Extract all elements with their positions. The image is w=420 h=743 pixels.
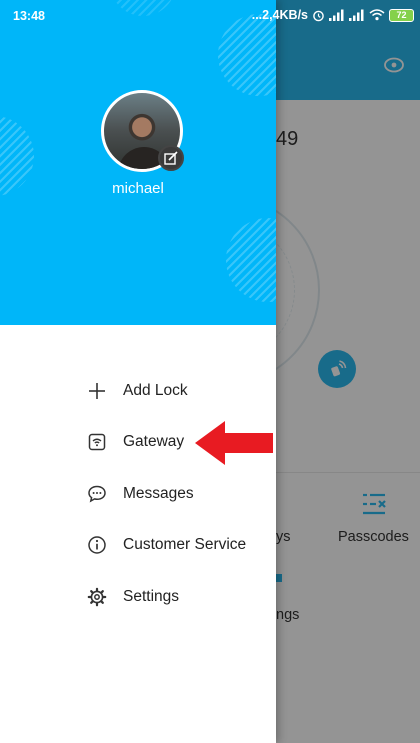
menu-item-label: Customer Service — [123, 536, 247, 554]
status-icons: ...2,4KB/s 72 — [252, 8, 414, 22]
menu-item-label: Gateway — [123, 433, 185, 451]
menu-item-label: Add Lock — [123, 381, 188, 399]
signal-icon — [349, 9, 364, 21]
annotation-arrow-icon — [195, 421, 273, 465]
plus-icon — [86, 380, 108, 402]
menu-item-add-lock[interactable]: Add Lock — [0, 365, 276, 417]
username[interactable]: michael — [0, 180, 276, 197]
decorative-circle — [226, 218, 276, 302]
drawer-header: michael — [0, 0, 276, 325]
battery-icon: 72 — [389, 8, 414, 22]
menu-item-label: Messages — [123, 484, 194, 502]
wifi-icon — [369, 9, 385, 21]
alarm-icon — [313, 10, 324, 21]
network-speed: ...2,4KB/s — [251, 8, 308, 22]
status-time: 13:48 — [13, 9, 45, 23]
menu-item-customer-service[interactable]: Customer Service — [0, 520, 276, 572]
menu-item-messages[interactable]: Messages — [0, 468, 276, 520]
menu-item-settings[interactable]: Settings — [0, 571, 276, 623]
navigation-drawer: michael Add Lock Gateway Messages Custom… — [0, 0, 276, 743]
gateway-icon — [86, 431, 108, 453]
messages-icon — [86, 483, 108, 505]
edit-avatar-icon[interactable] — [158, 145, 184, 171]
status-bar: 13:48 ...2,4KB/s 72 — [0, 0, 420, 32]
info-icon — [86, 534, 108, 556]
drawer-menu: Add Lock Gateway Messages Customer Servi… — [0, 365, 276, 623]
signal-icon — [329, 9, 344, 21]
menu-item-label: Settings — [123, 587, 180, 605]
drawer-scrim[interactable] — [276, 0, 420, 743]
gear-icon — [86, 586, 108, 608]
